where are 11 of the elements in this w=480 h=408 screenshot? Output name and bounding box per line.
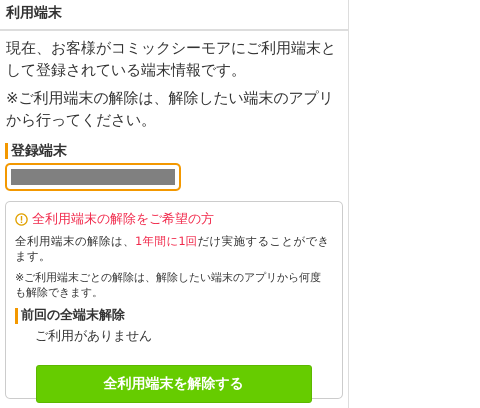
card-title: 全利用端末の解除をご希望の方 bbox=[32, 211, 214, 228]
page-title: 利用端末 bbox=[6, 5, 62, 21]
reset-all-button[interactable]: 全利用端末を解除する bbox=[36, 365, 312, 403]
section-heading: 前回の全端末解除 bbox=[15, 308, 332, 324]
intro-text: ※ご利用端末の解除は、解除したい端末のアプリから行ってください。 bbox=[5, 88, 335, 131]
warning-icon bbox=[15, 212, 28, 226]
notice-text: 全利用端末の解除は、1年間に1回だけ実施することができます。 bbox=[15, 234, 331, 264]
last-reset-value: ご利用がありません bbox=[34, 328, 153, 345]
section-heading: 登録端末 bbox=[5, 143, 343, 159]
intro-text: 現在、お客様がコミックシーモアにご利用端末として登録されている端末情報です。 bbox=[5, 38, 337, 81]
note-text: ※ご利用端末ごとの解除は、解除したい端末のアプリから何度も解除できます。 bbox=[15, 270, 322, 300]
